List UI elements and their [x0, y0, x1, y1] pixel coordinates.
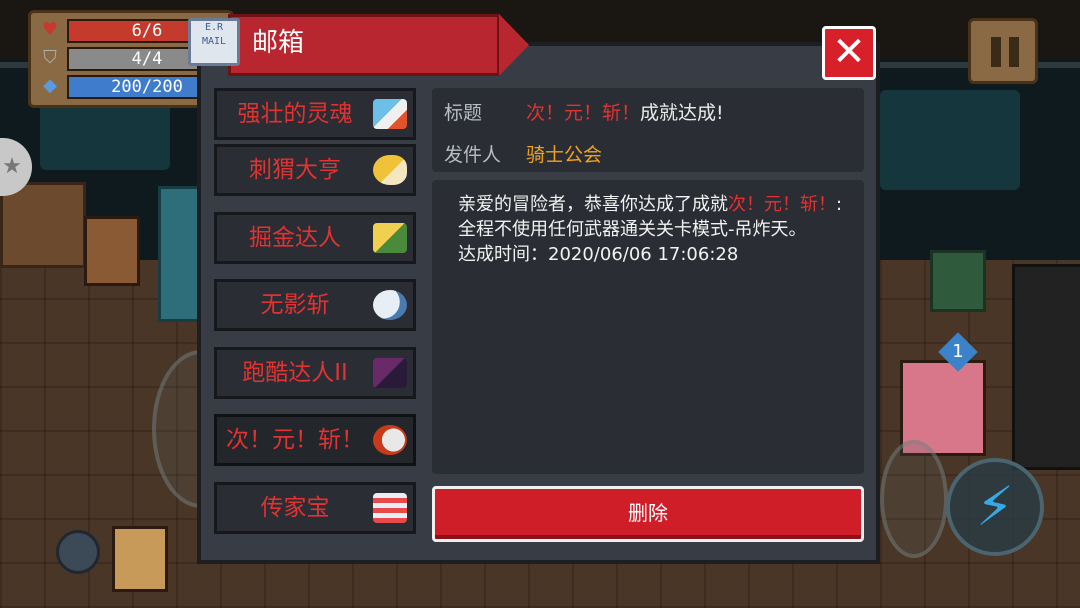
mail-body: 亲爱的冒险者，恭喜你达成了成就次！元！斩！:全程不使用任何武器通关关卡模式-吊炸… — [458, 192, 846, 267]
mail-item-gold-digger[interactable]: 掘金达人 — [214, 212, 416, 264]
mail-item-label: 强壮的灵魂 — [237, 101, 353, 127]
shield-icon: ⛉ — [43, 47, 57, 68]
parkour-icon — [373, 358, 407, 388]
soul-icon — [373, 99, 407, 129]
shadow-slash-icon — [373, 290, 407, 320]
lightning-icon: ⚡ — [976, 475, 1014, 538]
body-highlight: 次！元！斩！ — [728, 194, 836, 215]
delete-label: 删除 — [628, 501, 668, 525]
close-button[interactable]: ✕ — [822, 26, 876, 80]
mail-item-label: 无影斩 — [260, 292, 330, 318]
subject-label: 标题 — [444, 102, 483, 124]
energy-row: ◆ 200/200 — [39, 75, 227, 99]
hedgehog-icon — [373, 155, 407, 185]
background-light — [880, 90, 1020, 190]
attack-button-ring[interactable] — [880, 440, 948, 558]
close-icon: ✕ — [832, 29, 866, 75]
background-barrel — [56, 530, 100, 574]
mailbox-title: 邮箱 — [252, 28, 305, 58]
mail-subject: 次！元！斩！成就达成! — [526, 100, 724, 126]
mail-item-shadow-slash[interactable]: 无影斩 — [214, 279, 416, 331]
mail-item-dimension-slash[interactable]: 次！元！斩！ — [214, 414, 416, 466]
mail-item-label: 刺猬大亨 — [249, 157, 341, 183]
mail-item-label: 次！元！斩！ — [226, 427, 364, 453]
achieve-time: 2020/06/06 17:06:28 — [548, 244, 739, 265]
background-right-table — [1012, 264, 1080, 470]
mail-item-label: 跑酷达人II — [242, 360, 348, 386]
weapon-count-badge: 1 — [938, 332, 978, 372]
mail-item-strong-soul[interactable]: 强壮的灵魂 — [214, 88, 416, 140]
sender-label: 发件人 — [444, 144, 502, 166]
background-shelf — [0, 182, 86, 268]
delete-button[interactable]: 删除 — [432, 486, 864, 542]
background-chest — [930, 250, 986, 312]
pause-icon — [1009, 37, 1019, 67]
heirloom-icon — [373, 493, 407, 523]
mail-item-heirloom[interactable]: 传家宝 — [214, 482, 416, 534]
mail-item-hedgehog-tycoon[interactable]: 刺猬大亨 — [214, 144, 416, 196]
background-pet — [112, 526, 168, 592]
time-label: 达成时间： — [458, 244, 548, 265]
background-character — [84, 216, 140, 286]
mail-list: 强壮的灵魂 刺猬大亨 掘金达人 无影斩 跑酷达人II 次！元！斩！ 传家宝 — [214, 88, 418, 544]
skill-button[interactable]: ⚡ — [946, 458, 1044, 556]
mail-sender: 骑士公会 — [526, 144, 603, 166]
gold-digger-icon — [373, 223, 407, 253]
pause-button[interactable] — [968, 18, 1038, 84]
body-intro: 亲爱的冒险者，恭喜你达成了成就 — [458, 194, 728, 215]
heart-icon: ♥ — [41, 19, 59, 40]
dimension-slash-icon — [373, 425, 407, 455]
pause-icon — [991, 37, 1001, 67]
mail-item-label: 传家宝 — [260, 495, 330, 521]
mail-item-label: 掘金达人 — [249, 225, 341, 251]
subject-highlight: 次！元！斩！ — [526, 102, 641, 124]
subject-rest: 成就达成! — [640, 102, 724, 124]
mail-item-parkour-master[interactable]: 跑酷达人II — [214, 347, 416, 399]
diamond-icon: ◆ — [43, 75, 57, 96]
mail-icon: E.R MAIL — [188, 18, 240, 66]
